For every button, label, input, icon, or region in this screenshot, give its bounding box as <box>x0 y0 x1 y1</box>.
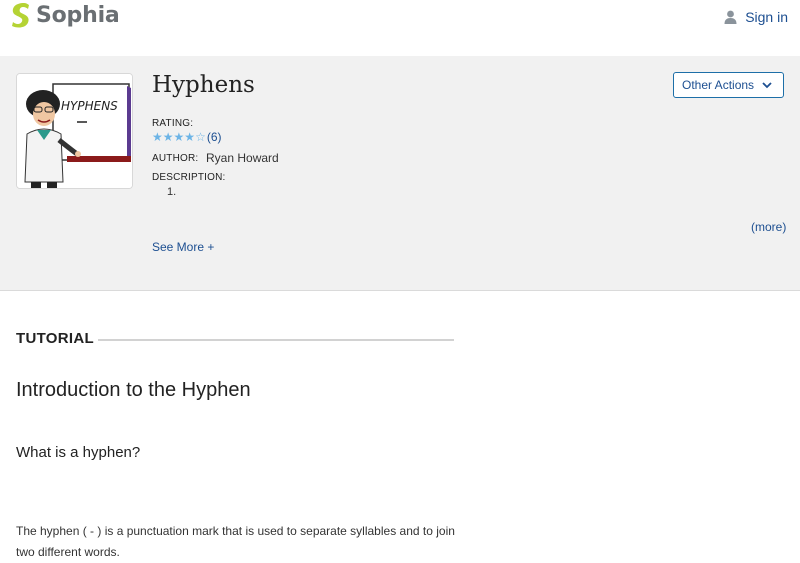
star-icon: ★ <box>173 130 185 144</box>
other-actions-button[interactable]: Other Actions <box>673 72 784 98</box>
author-name: Ryan Howard <box>206 151 279 165</box>
author-label: AUTHOR: <box>152 153 199 164</box>
star-empty-icon: ☆ <box>195 130 206 144</box>
rating-label: RATING: <box>152 118 194 129</box>
sophia-logo[interactable]: Sophia <box>10 2 120 28</box>
section-label: TUTORIAL <box>16 330 94 347</box>
chevron-down-icon <box>762 82 772 89</box>
thumbnail-illustration: HYPHENS <box>17 74 132 188</box>
sophia-logo-icon <box>12 3 29 28</box>
resource-header: HYPHENS Hyphens Other Actions RATING: ★ … <box>0 56 800 291</box>
star-icon: ★ <box>152 130 163 144</box>
logo-text: Sophia <box>36 2 120 28</box>
subheading: What is a hyphen? <box>16 444 141 461</box>
thumbnail-board-text: HYPHENS <box>61 99 118 113</box>
section-divider <box>98 339 454 341</box>
star-icon: ★ <box>162 130 174 144</box>
resource-title: Hyphens <box>152 72 255 98</box>
rating-count[interactable]: (6) <box>207 130 222 144</box>
see-more-link[interactable]: See More + <box>152 240 214 254</box>
other-actions-label: Other Actions <box>682 78 755 92</box>
tutorial-heading: Introduction to the Hyphen <box>16 379 251 401</box>
description-label: DESCRIPTION: <box>152 172 226 183</box>
resource-thumbnail: HYPHENS <box>16 73 133 189</box>
description-item: 1. <box>167 186 177 198</box>
more-link[interactable]: (more) <box>751 220 786 234</box>
rating-stars: ★ ★ ★ ★ ☆ (6) <box>152 130 222 144</box>
top-nav: Sophia Sign in <box>0 0 800 56</box>
user-icon <box>724 10 737 24</box>
sign-in-link[interactable]: Sign in <box>724 9 788 25</box>
sign-in-label: Sign in <box>745 9 788 25</box>
tutorial-paragraph: The hyphen ( - ) is a punctuation mark t… <box>16 524 455 559</box>
star-icon: ★ <box>184 130 196 144</box>
